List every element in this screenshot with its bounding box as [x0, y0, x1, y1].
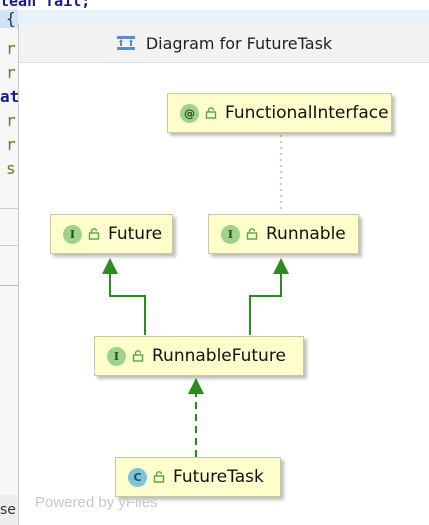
- node-label: FutureTask: [173, 467, 264, 487]
- editor-line: at: [0, 87, 18, 106]
- editor-highlight-strip: [18, 10, 429, 24]
- lock-icon: [205, 107, 217, 119]
- node-label: FunctionalInterface: [225, 103, 389, 123]
- node-label: RunnableFuture: [152, 346, 286, 366]
- lock-icon: [88, 228, 100, 240]
- editor-line: {: [6, 9, 16, 28]
- interface-icon: I: [221, 224, 240, 244]
- lock-icon: [132, 350, 144, 362]
- node-runnablefuture[interactable]: I RunnableFuture: [94, 336, 304, 376]
- node-futuretask[interactable]: C FutureTask: [115, 457, 281, 497]
- node-future[interactable]: I Future: [50, 214, 173, 254]
- interface-icon: I: [107, 346, 126, 366]
- node-functionalinterface[interactable]: @ FunctionalInterface: [167, 93, 392, 133]
- class-icon: C: [128, 467, 147, 487]
- editor-line: r: [6, 135, 16, 154]
- yfiles-watermark: Powered by yFiles: [35, 494, 158, 511]
- lock-icon: [153, 471, 165, 483]
- diagram-icon: [116, 36, 135, 50]
- code-editor-background: { r r at r r s se: [0, 0, 18, 525]
- annotation-icon: @: [180, 103, 199, 123]
- editor-divider: [0, 245, 18, 246]
- node-label: Runnable: [266, 224, 346, 244]
- editor-divider: [0, 208, 18, 209]
- editor-divider: [0, 285, 18, 286]
- node-runnable[interactable]: I Runnable: [208, 214, 359, 254]
- popup-header[interactable]: Diagram for FutureTask: [19, 24, 429, 63]
- editor-line: r: [6, 63, 16, 82]
- editor-top-text: tean fail;: [0, 0, 91, 10]
- editor-line: s: [6, 159, 16, 178]
- popup-title: Diagram for FutureTask: [145, 33, 333, 53]
- editor-line: r: [6, 111, 16, 130]
- node-label: Future: [108, 224, 163, 244]
- editor-line: r: [6, 39, 16, 58]
- editor-bottom-text: se: [0, 495, 18, 525]
- editor-top-line: tean fail;: [0, 0, 429, 10]
- interface-icon: I: [63, 224, 82, 244]
- lock-icon: [246, 228, 258, 240]
